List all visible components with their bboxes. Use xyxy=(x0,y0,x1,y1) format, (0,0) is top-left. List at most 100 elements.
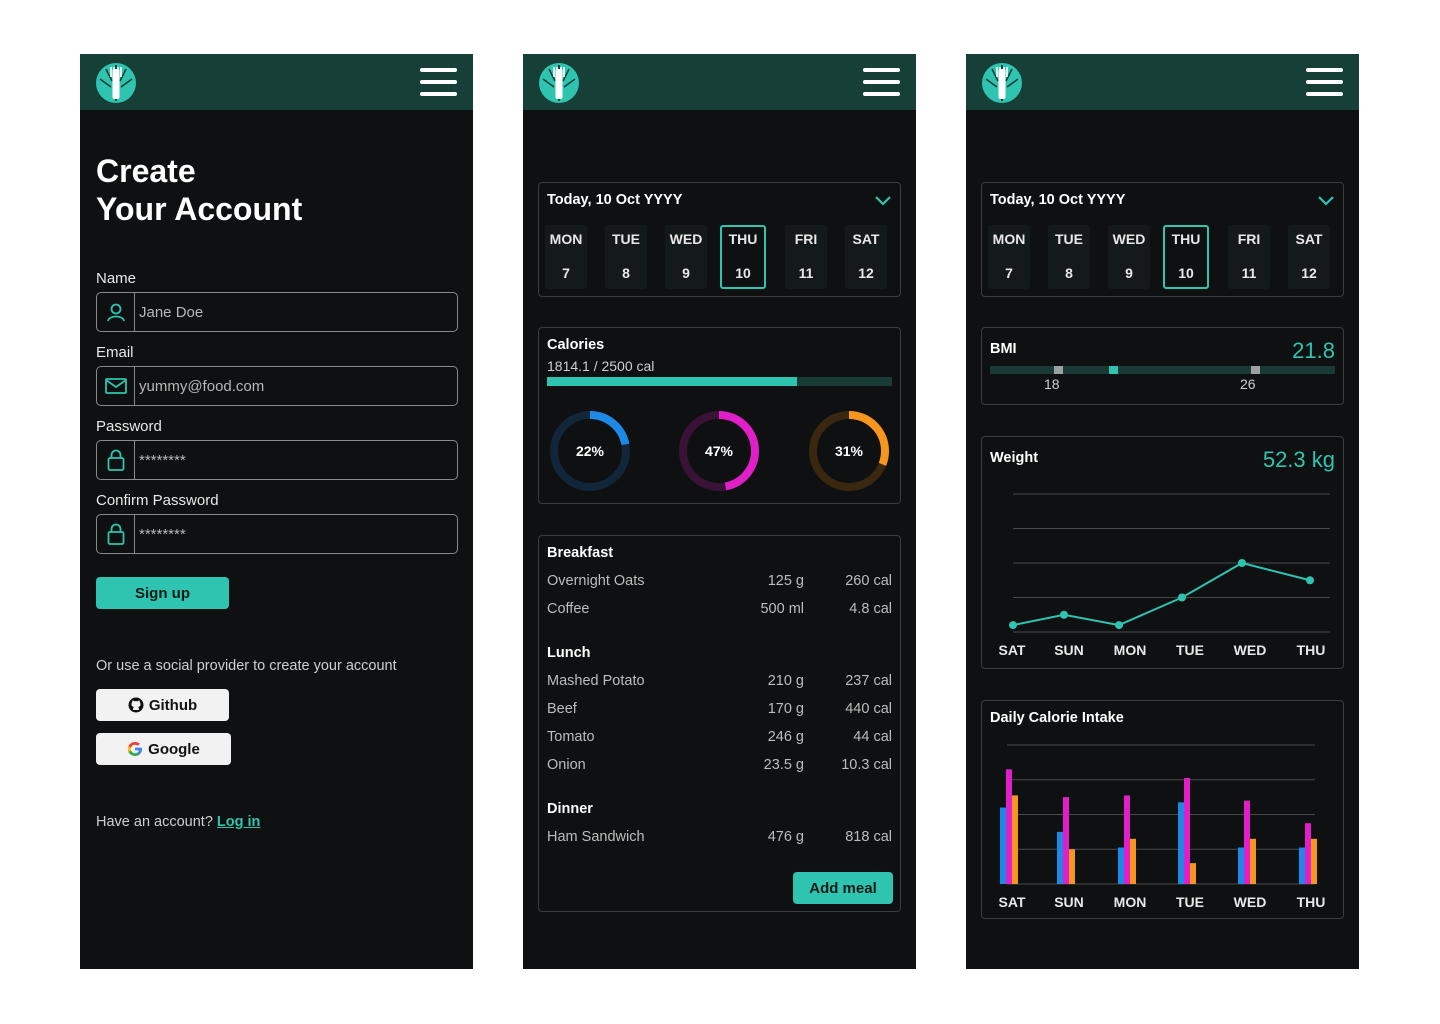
github-icon xyxy=(128,697,144,713)
weight-point[interactable] xyxy=(1009,621,1017,630)
confirm-password-field[interactable]: ******** xyxy=(96,514,458,554)
day-mon[interactable]: MON 7 xyxy=(545,225,587,289)
password-field[interactable]: ******** xyxy=(96,440,458,480)
weight-line-chart: SAT SUN MON TUE WED THU xyxy=(999,493,1330,658)
food-quantity: 476 g xyxy=(767,829,804,845)
day-name: TUE xyxy=(612,231,640,247)
day-sat[interactable]: SAT 12 xyxy=(845,225,887,289)
calorie-bar[interactable] xyxy=(1178,802,1184,884)
name-field[interactable]: Jane Doe xyxy=(96,292,458,332)
x-tick-label: SAT xyxy=(999,642,1026,658)
chevron-down-icon[interactable] xyxy=(1317,195,1335,207)
food-name: Onion xyxy=(547,757,586,773)
email-label: Email xyxy=(96,344,134,361)
calorie-bar[interactable] xyxy=(1000,807,1006,884)
day-name: FRI xyxy=(1237,231,1261,247)
food-quantity: 170 g xyxy=(767,701,804,717)
macro-ring: 47% xyxy=(676,408,762,494)
food-row[interactable]: Beef 170 g 440 cal xyxy=(547,701,892,719)
google-icon xyxy=(127,742,143,756)
weight-line xyxy=(1012,561,1311,627)
weight-point[interactable] xyxy=(1306,576,1314,585)
hamburger-menu-icon[interactable] xyxy=(420,68,457,96)
calorie-bar[interactable] xyxy=(1012,795,1018,884)
food-quantity: 246 g xyxy=(767,729,804,745)
day-thu[interactable]: THU 10 xyxy=(1163,225,1209,289)
weight-point[interactable] xyxy=(1060,610,1068,619)
bmi-card: BMI 21.8 18 26 xyxy=(981,327,1344,405)
weight-point[interactable] xyxy=(1178,593,1186,602)
tree-fork-logo-icon[interactable] xyxy=(94,61,138,105)
calorie-bar[interactable] xyxy=(1063,797,1069,884)
date-heading: Today, 10 Oct YYYY xyxy=(547,192,683,208)
day-name: THU xyxy=(1171,231,1201,247)
calorie-bar[interactable] xyxy=(1069,849,1075,884)
day-name: THU xyxy=(728,231,758,247)
x-tick-label: SUN xyxy=(1054,642,1084,658)
day-fri[interactable]: FRI 11 xyxy=(785,225,827,289)
calorie-bar[interactable] xyxy=(1299,847,1305,884)
day-tue[interactable]: TUE 8 xyxy=(1048,225,1090,289)
food-calories: 440 cal xyxy=(845,701,892,717)
food-row[interactable]: Overnight Oats 125 g 260 cal xyxy=(547,573,892,591)
calorie-bar[interactable] xyxy=(1311,838,1317,884)
calorie-bar[interactable] xyxy=(1305,823,1311,884)
food-row[interactable]: Ham Sandwich 476 g 818 cal xyxy=(547,829,892,847)
day-wed[interactable]: WED 9 xyxy=(1108,225,1150,289)
chevron-down-icon[interactable] xyxy=(874,195,892,207)
tree-fork-logo-icon[interactable] xyxy=(980,61,1024,105)
day-thu[interactable]: THU 10 xyxy=(720,225,766,289)
tree-fork-logo-icon[interactable] xyxy=(537,61,581,105)
food-row[interactable]: Coffee 500 ml 4.8 cal xyxy=(547,601,892,619)
day-sat[interactable]: SAT 12 xyxy=(1288,225,1330,289)
food-row[interactable]: Mashed Potato 210 g 237 cal xyxy=(547,673,892,691)
weight-point[interactable] xyxy=(1238,559,1246,567)
github-button[interactable]: Github xyxy=(96,689,229,721)
signup-button[interactable]: Sign up xyxy=(96,577,229,609)
have-account-text: Have an account? Log in xyxy=(96,814,260,830)
add-meal-button[interactable]: Add meal xyxy=(793,872,893,904)
hamburger-menu-icon[interactable] xyxy=(1306,68,1343,96)
day-name: MON xyxy=(992,231,1026,247)
day-tue[interactable]: TUE 8 xyxy=(605,225,647,289)
signup-screen: Create Your Account Name Jane Doe Email … xyxy=(80,54,473,969)
day-number: 8 xyxy=(1065,265,1073,281)
google-button[interactable]: Google xyxy=(96,733,231,765)
food-name: Coffee xyxy=(547,601,590,617)
bmi-high-label: 26 xyxy=(1240,376,1256,392)
login-link[interactable]: Log in xyxy=(217,814,261,830)
macro-ring: 31% xyxy=(806,408,892,494)
calorie-bar[interactable] xyxy=(1130,838,1136,884)
calories-progress-fill xyxy=(547,377,798,386)
email-field[interactable]: yummy@food.com xyxy=(96,366,458,406)
breakfast-heading: Breakfast xyxy=(547,545,614,561)
hamburger-menu-icon[interactable] xyxy=(863,68,900,96)
calorie-bar[interactable] xyxy=(1057,831,1063,884)
calorie-bar[interactable] xyxy=(1118,847,1124,884)
bmi-marker-low xyxy=(1054,366,1063,374)
calorie-bar[interactable] xyxy=(1244,800,1250,884)
day-fri[interactable]: FRI 11 xyxy=(1228,225,1270,289)
top-bar xyxy=(523,54,916,110)
x-tick-label: WED xyxy=(1234,894,1267,910)
day-number: 7 xyxy=(1005,265,1013,281)
calorie-bar[interactable] xyxy=(1250,838,1256,884)
day-wed[interactable]: WED 9 xyxy=(665,225,707,289)
calorie-bar[interactable] xyxy=(1190,863,1196,884)
food-calories: 237 cal xyxy=(845,673,892,689)
calorie-bar[interactable] xyxy=(1184,778,1190,884)
day-mon[interactable]: MON 7 xyxy=(988,225,1030,289)
day-name: SAT xyxy=(1295,231,1323,247)
food-row[interactable]: Onion 23.5 g 10.3 cal xyxy=(547,757,892,775)
day-name: WED xyxy=(669,231,703,247)
food-row[interactable]: Tomato 246 g 44 cal xyxy=(547,729,892,747)
calorie-bar[interactable] xyxy=(1006,769,1012,884)
ring-percent: 47% xyxy=(704,443,734,459)
food-name: Tomato xyxy=(547,729,595,745)
x-tick-label: SAT xyxy=(999,894,1026,910)
calories-card: Calories 1814.1 / 2500 cal 22% 47% 31% xyxy=(538,327,901,504)
calorie-bar[interactable] xyxy=(1124,795,1130,884)
weight-point[interactable] xyxy=(1115,621,1123,630)
food-name: Mashed Potato xyxy=(547,673,645,689)
calorie-bar[interactable] xyxy=(1238,847,1244,884)
